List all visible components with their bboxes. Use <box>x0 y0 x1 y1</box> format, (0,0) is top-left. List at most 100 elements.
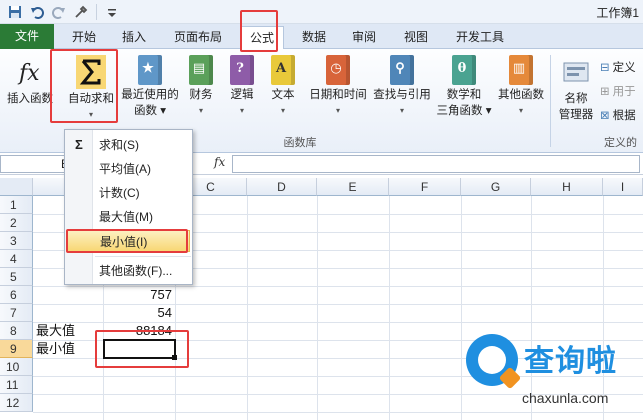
autosum-highlight <box>50 49 118 123</box>
title-bar: 工作簿1 <box>0 0 643 24</box>
min-item-highlight <box>66 229 188 253</box>
more-functions-label: 其他函数 <box>498 89 544 101</box>
text-button[interactable]: A 文本 ▾ <box>266 53 300 119</box>
math-trig-label: 数学和 <box>446 89 482 101</box>
math-trig-label-2: 三角函数 ▾ <box>436 105 492 117</box>
gridline <box>389 196 390 420</box>
row-header-8[interactable]: 8 <box>0 322 33 340</box>
column-header-e[interactable]: E <box>317 178 389 196</box>
logical-book-icon: ? <box>230 55 254 85</box>
define-name-icon: ⊟ <box>600 62 610 74</box>
sigma-icon: Σ <box>75 137 83 152</box>
tool-icon[interactable] <box>72 3 90 21</box>
star-book-icon: ★ <box>138 55 162 85</box>
date-time-dropdown-arrow: ▾ <box>335 106 340 115</box>
financial-dropdown-arrow: ▾ <box>198 106 203 115</box>
gridline <box>247 196 248 420</box>
lookup-dropdown-arrow: ▾ <box>399 106 404 115</box>
create-from-selection-icon: ⊠ <box>600 110 610 122</box>
menu-item-average[interactable]: 平均值(A) <box>67 158 190 180</box>
logical-button[interactable]: ? 逻辑 ▾ <box>226 53 258 119</box>
row-header-9[interactable]: 9 <box>0 340 33 358</box>
formula-input[interactable] <box>232 155 640 173</box>
menu-item-sum-label: 求和(S) <box>99 138 139 152</box>
date-time-button[interactable]: ◷ 日期和时间 ▾ <box>306 53 370 119</box>
math-book-icon: θ <box>452 55 476 85</box>
row-header-4[interactable]: 4 <box>0 250 33 268</box>
date-time-book-icon: ◷ <box>326 55 350 85</box>
cell-b7[interactable]: 54 <box>103 304 175 322</box>
row-header-3[interactable]: 3 <box>0 232 33 250</box>
recently-used-button[interactable]: ★ 最近使用的 函数 ▾ <box>120 53 180 119</box>
create-from-selection-button[interactable]: ⊠ 根据 <box>600 107 636 123</box>
tab-view[interactable]: 视图 <box>396 26 436 48</box>
row-header-5[interactable]: 5 <box>0 268 33 286</box>
menu-item-sum[interactable]: Σ 求和(S) <box>67 134 190 156</box>
more-functions-button[interactable]: ▥ 其他函数 ▾ <box>494 53 548 119</box>
watermark-url: chaxunla.com <box>522 390 609 406</box>
define-name-label: 定义 <box>612 62 636 74</box>
menu-item-max[interactable]: 最大值(M) <box>67 206 190 228</box>
row-header-11[interactable]: 11 <box>0 376 33 394</box>
tab-review[interactable]: 审阅 <box>344 26 384 48</box>
tab-data[interactable]: 数据 <box>294 26 334 48</box>
gridline <box>317 196 318 420</box>
row-header-12[interactable]: 12 <box>0 394 33 412</box>
gridline <box>33 412 643 413</box>
fx-icon: fx <box>15 55 45 89</box>
column-header-i[interactable]: I <box>603 178 643 196</box>
use-in-formula-label: 用于 <box>612 86 636 98</box>
math-trig-button[interactable]: θ 数学和 三角函数 ▾ <box>434 53 494 119</box>
tab-page-layout[interactable]: 页面布局 <box>166 26 230 48</box>
text-dropdown-arrow: ▾ <box>280 106 285 115</box>
lookup-book-icon: ⚲ <box>390 55 414 85</box>
column-header-d[interactable]: D <box>247 178 317 196</box>
column-header-f[interactable]: F <box>389 178 461 196</box>
menu-divider <box>95 256 191 257</box>
qat-divider <box>96 4 97 20</box>
name-manager-label-2: 管理器 <box>558 109 594 121</box>
watermark-text: 查询啦 <box>524 345 617 378</box>
financial-button[interactable]: ▤ 财务 ▾ <box>184 53 218 119</box>
customize-icon[interactable] <box>103 3 121 21</box>
ribbon-tabs: 文件 开始 插入 页面布局 公式 数据 审阅 视图 开发工具 <box>0 24 643 50</box>
tab-insert[interactable]: 插入 <box>114 26 154 48</box>
lookup-reference-button[interactable]: ⚲ 查找与引用 ▾ <box>370 53 434 119</box>
cell-b6[interactable]: 757 <box>103 286 175 304</box>
more-functions-book-icon: ▥ <box>509 55 533 85</box>
name-manager-label: 名称 <box>564 93 588 105</box>
financial-label: 财务 <box>189 89 213 101</box>
autosum-dropdown-menu: Σ 求和(S) 平均值(A) 计数(C) 最大值(M) 最小值(I) 其他函数(… <box>64 129 193 285</box>
save-icon[interactable] <box>6 3 24 21</box>
fx-button[interactable]: fx <box>214 155 225 169</box>
cell-a9[interactable]: 最小值 <box>36 340 102 358</box>
use-in-formula-icon: ⊞ <box>600 86 610 98</box>
more-functions-dropdown-arrow: ▾ <box>518 106 523 115</box>
name-manager-button[interactable]: 名称 管理器 <box>554 53 598 123</box>
define-name-button[interactable]: ⊟ 定义 <box>600 59 636 75</box>
undo-icon[interactable] <box>28 3 46 21</box>
row-header-10[interactable]: 10 <box>0 358 33 376</box>
gridline <box>461 196 462 420</box>
tab-file[interactable]: 文件 <box>0 24 54 49</box>
menu-item-count[interactable]: 计数(C) <box>67 182 190 204</box>
recently-used-label: 最近使用的 <box>121 89 179 101</box>
logical-label: 逻辑 <box>230 89 254 101</box>
defined-names-group-label: 定义的 <box>604 137 637 149</box>
redo-icon[interactable] <box>50 3 68 21</box>
menu-item-more-functions[interactable]: 其他函数(F)... <box>67 260 190 282</box>
create-from-selection-label: 根据 <box>612 110 636 122</box>
formulas-tab-highlight <box>240 10 278 52</box>
column-header-h[interactable]: H <box>531 178 603 196</box>
select-all-corner[interactable] <box>0 178 33 196</box>
tab-home[interactable]: 开始 <box>62 26 106 48</box>
use-in-formula-button[interactable]: ⊞ 用于 <box>600 83 636 99</box>
cell-a8[interactable]: 最大值 <box>36 322 102 340</box>
row-header-2[interactable]: 2 <box>0 214 33 232</box>
column-header-g[interactable]: G <box>461 178 531 196</box>
row-header-6[interactable]: 6 <box>0 286 33 304</box>
svg-text:fx: fx <box>17 61 40 86</box>
row-header-7[interactable]: 7 <box>0 304 33 322</box>
tab-developer[interactable]: 开发工具 <box>448 26 512 48</box>
row-header-1[interactable]: 1 <box>0 196 33 214</box>
